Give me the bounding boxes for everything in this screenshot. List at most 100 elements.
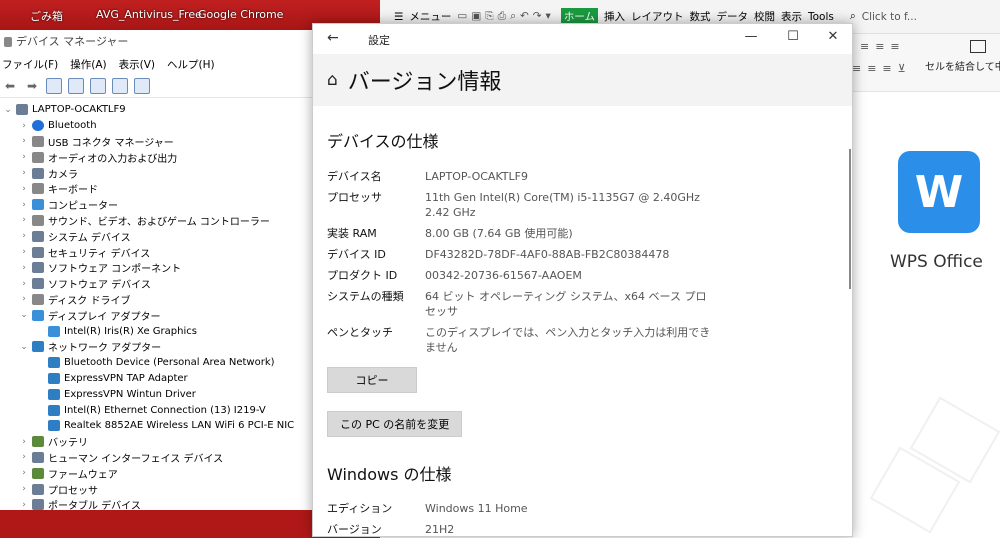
tab-insert[interactable]: 挿入 xyxy=(604,9,625,24)
help-icon[interactable] xyxy=(68,77,84,94)
expander-icon[interactable]: › xyxy=(18,437,30,447)
tree-node-label: ポータブル デバイス xyxy=(48,501,141,510)
tree-node[interactable]: › ソフトウェア コンポーネント xyxy=(0,260,315,276)
expander-icon[interactable]: › xyxy=(18,200,30,210)
tree-node-label: Bluetooth Device (Personal Area Network) xyxy=(64,357,275,369)
tree-node[interactable]: Bluetooth Device (Personal Area Network) xyxy=(0,355,315,371)
tree-node[interactable]: › ソフトウェア デバイス xyxy=(0,276,315,292)
scan-hardware-icon[interactable] xyxy=(134,77,150,94)
tab-tools[interactable]: Tools xyxy=(808,11,834,23)
menu-view[interactable]: 表示(V) xyxy=(119,57,155,72)
google-chrome-label[interactable]: Google Chrome xyxy=(198,8,283,21)
home-icon[interactable]: ⌂ xyxy=(327,70,338,90)
tree-node[interactable]: Realtek 8852AE Wireless LAN WiFi 6 PCI-E… xyxy=(0,418,315,434)
spec-row: バージョン 21H2 xyxy=(327,522,852,537)
expander-icon[interactable]: › xyxy=(18,484,30,494)
expander-icon[interactable]: ⌄ xyxy=(2,105,14,115)
expander-icon[interactable]: › xyxy=(18,136,30,146)
back-arrow-icon[interactable]: ← xyxy=(327,30,339,46)
merge-center-button[interactable]: セルを結合して中央 xyxy=(925,58,1000,73)
expander-icon[interactable]: › xyxy=(18,231,30,241)
security-icon xyxy=(32,246,44,258)
expander-icon[interactable]: › xyxy=(18,294,30,304)
hamburger-icon[interactable]: ☰ xyxy=(394,11,403,23)
minimize-icon[interactable]: — xyxy=(741,29,761,44)
tree-node[interactable]: › Bluetooth xyxy=(0,118,315,134)
menu-action[interactable]: 操作(A) xyxy=(70,57,106,72)
tab-review[interactable]: 校閲 xyxy=(754,9,775,24)
expander-icon[interactable]: › xyxy=(18,500,30,510)
expander-icon[interactable]: › xyxy=(18,468,30,478)
close-icon[interactable]: ✕ xyxy=(823,29,843,44)
wps-search-box[interactable]: Click to f... xyxy=(862,11,917,23)
tab-data[interactable]: データ xyxy=(717,9,749,24)
properties-icon[interactable] xyxy=(46,77,62,94)
tree-node[interactable]: ExpressVPN TAP Adapter xyxy=(0,371,315,387)
expander-icon[interactable]: › xyxy=(18,279,30,289)
tree-node[interactable]: › システム デバイス xyxy=(0,228,315,244)
wps-logo-icon: W xyxy=(898,151,980,233)
tree-node[interactable]: ExpressVPN Wintun Driver xyxy=(0,386,315,402)
expander-icon[interactable]: › xyxy=(18,452,30,462)
tree-node[interactable]: › プロセッサ xyxy=(0,481,315,497)
expander-icon[interactable]: › xyxy=(18,215,30,225)
expander-icon[interactable]: › xyxy=(18,152,30,162)
tree-node[interactable]: › バッテリ xyxy=(0,434,315,450)
spec-row: システムの種類 64 ビット オペレーティング システム、x64 ベース プロセッ… xyxy=(327,289,852,319)
tree-node[interactable]: › キーボード xyxy=(0,181,315,197)
maximize-icon[interactable]: ☐ xyxy=(783,29,803,44)
avg-antivirus-label[interactable]: AVG_Antivirus_Free xyxy=(96,8,202,21)
tree-node[interactable]: › セキュリティ デバイス xyxy=(0,244,315,260)
align-icons[interactable]: ≡≡≡ xyxy=(860,40,906,53)
merge-cells-icon[interactable] xyxy=(970,40,986,53)
device-tree: ⌄ LAPTOP-OCAKTLF9 › Bluetooth › USB コネクタ マネージ… xyxy=(0,98,315,510)
spec-key: システムの種類 xyxy=(327,290,404,303)
align-icons-row2[interactable]: ≡≡≡⊻ xyxy=(852,62,912,75)
scrollbar[interactable] xyxy=(849,149,851,289)
tree-node[interactable]: › コンピューター xyxy=(0,197,315,213)
forward-arrow-icon[interactable]: ➡ xyxy=(24,78,40,94)
rename-pc-button[interactable]: この PC の名前を変更 xyxy=(327,411,463,437)
tree-node[interactable]: › ディスク ドライブ xyxy=(0,292,315,308)
page-title: バージョン情報 xyxy=(347,70,502,95)
update-driver-icon[interactable] xyxy=(90,77,106,94)
tree-node[interactable]: › ヒューマン インターフェイス デバイス xyxy=(0,450,315,466)
expander-icon[interactable]: ⌄ xyxy=(18,310,30,320)
tree-node-label: カメラ xyxy=(48,169,78,181)
menu-file[interactable]: ファイル(F) xyxy=(2,57,58,72)
expander-icon[interactable]: ⌄ xyxy=(18,342,30,352)
hid-icon xyxy=(32,451,44,463)
tree-node[interactable]: › ポータブル デバイス xyxy=(0,497,315,510)
expander-icon[interactable]: › xyxy=(18,184,30,194)
recycle-bin-label[interactable]: ごみ箱 xyxy=(30,8,63,24)
tree-node[interactable]: ⌄ ディスプレイ アダプター xyxy=(0,307,315,323)
expander-icon[interactable]: › xyxy=(18,168,30,178)
wps-menu-button[interactable]: メニュー xyxy=(409,9,451,24)
tab-formula[interactable]: 数式 xyxy=(690,9,711,24)
menu-help[interactable]: ヘルプ(H) xyxy=(167,57,215,72)
back-arrow-icon[interactable]: ⬅ xyxy=(2,78,18,94)
tab-layout[interactable]: レイアウト xyxy=(631,9,684,24)
expander-icon[interactable]: › xyxy=(18,121,30,131)
tree-node[interactable]: Intel(R) Iris(R) Xe Graphics xyxy=(0,323,315,339)
print-icon[interactable] xyxy=(112,77,128,94)
tree-node[interactable]: › サウンド、ビデオ、およびゲーム コントローラー xyxy=(0,213,315,229)
search-icon[interactable]: ⌕ xyxy=(850,10,856,23)
tree-node[interactable]: › オーディオの入力および出力 xyxy=(0,149,315,165)
copy-button[interactable]: コピー xyxy=(327,367,417,393)
component-icon xyxy=(32,262,44,274)
tree-node[interactable]: Intel(R) Ethernet Connection (13) I219-V xyxy=(0,402,315,418)
expander-icon[interactable]: › xyxy=(18,247,30,257)
spec-value: Windows 11 Home xyxy=(425,502,528,515)
disk-icon xyxy=(32,293,44,305)
tree-node[interactable]: ⌄ LAPTOP-OCAKTLF9 xyxy=(0,102,315,118)
tree-node[interactable]: › カメラ xyxy=(0,165,315,181)
tab-view[interactable]: 表示 xyxy=(781,9,802,24)
spec-key: 実装 RAM xyxy=(327,227,377,240)
expander-icon[interactable]: › xyxy=(18,263,30,273)
windows-spec-section: Windows の仕様 エディション Windows 11 Home バージョン 21… xyxy=(313,461,852,537)
tree-node[interactable]: › USB コネクタ マネージャー xyxy=(0,134,315,150)
toolbar-icons[interactable]: ▭▣⎘⎙⌕↶↷▾ xyxy=(457,10,554,23)
tree-node[interactable]: › ファームウェア xyxy=(0,465,315,481)
tree-node[interactable]: ⌄ ネットワーク アダプター xyxy=(0,339,315,355)
